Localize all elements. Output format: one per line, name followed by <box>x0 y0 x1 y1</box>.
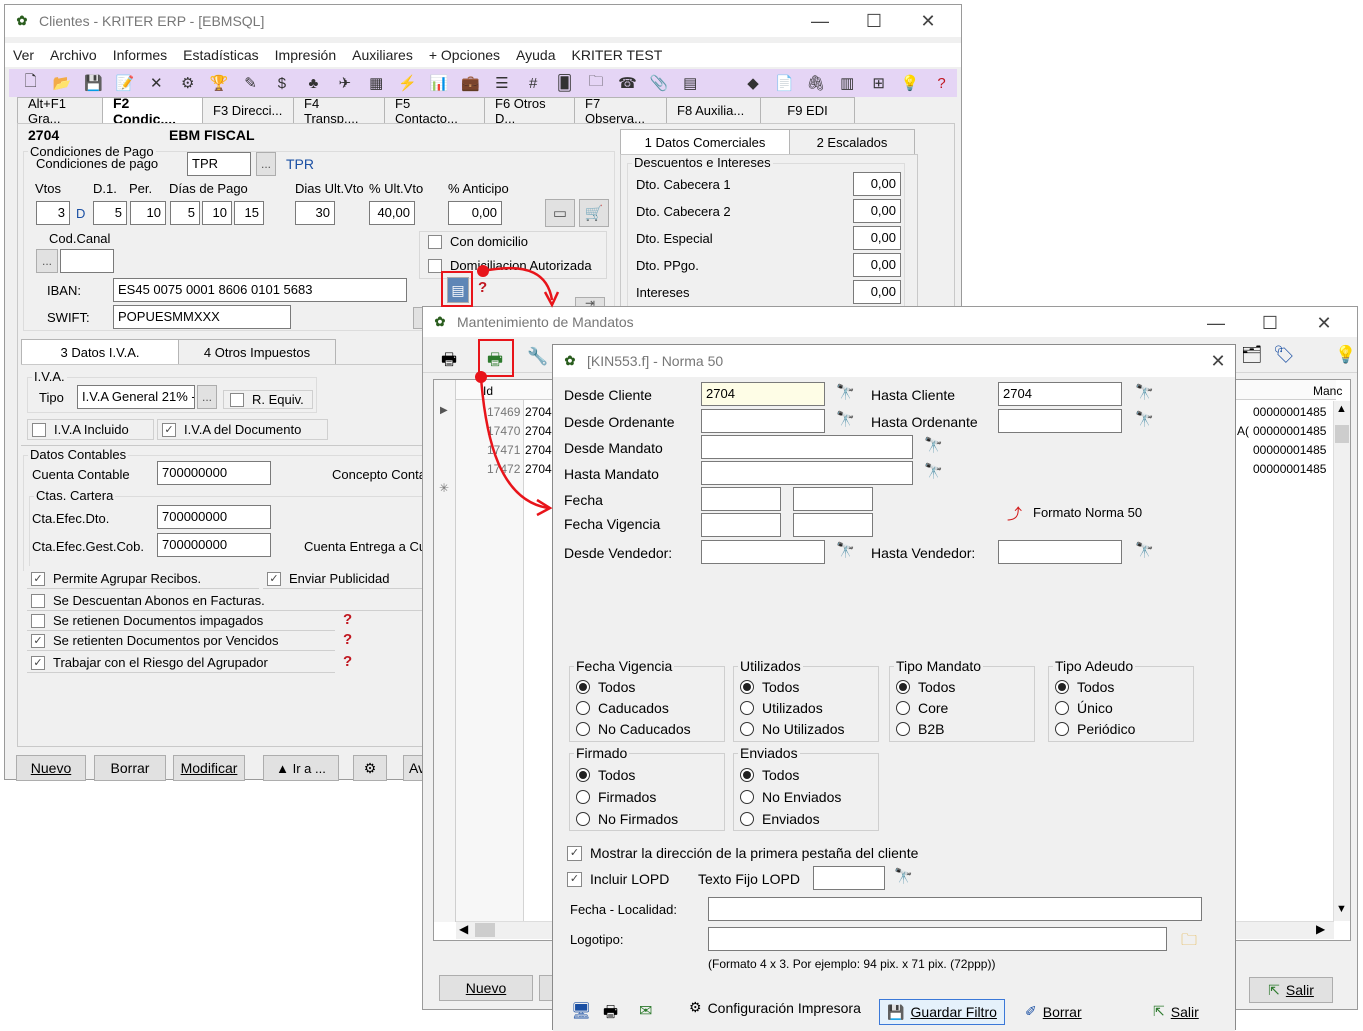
annotation-arrows <box>479 266 560 517</box>
